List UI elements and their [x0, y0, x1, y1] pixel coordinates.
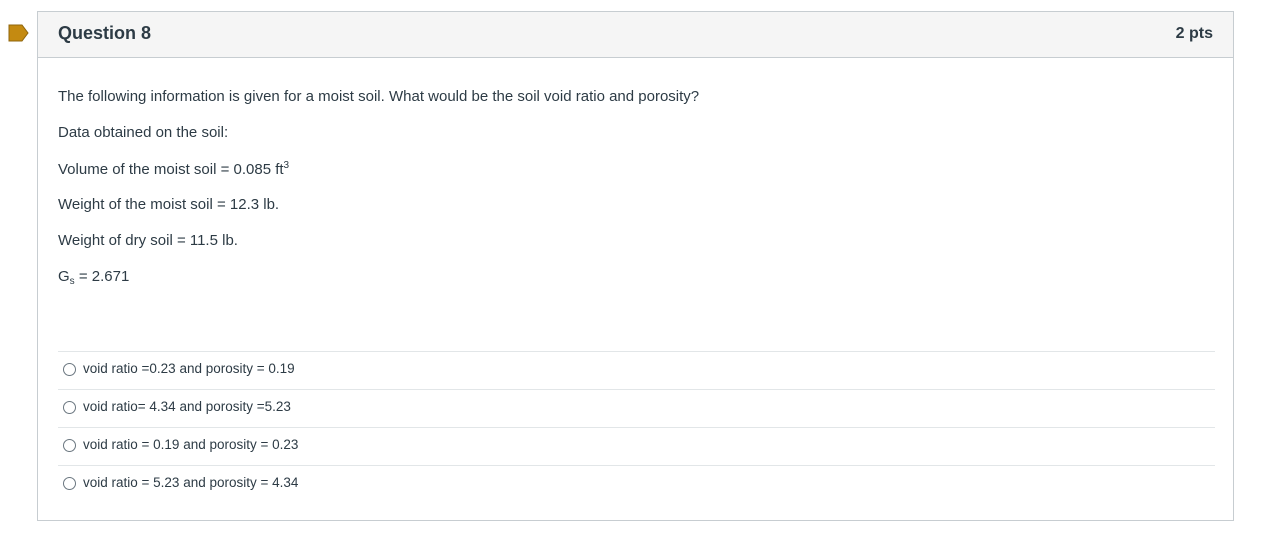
question-card: Question 8 2 pts The following informati…	[37, 11, 1234, 521]
volume-line: Volume of the moist soil = 0.085 ft3	[58, 160, 289, 178]
radio-button[interactable]	[63, 477, 76, 490]
answer-label[interactable]: void ratio= 4.34 and porosity =5.23	[83, 399, 291, 414]
answer-label[interactable]: void ratio = 5.23 and porosity = 4.34	[83, 475, 298, 490]
radio-button[interactable]	[63, 401, 76, 414]
weight-dry-line: Weight of dry soil = 11.5 lb.	[58, 232, 238, 249]
radio-button[interactable]	[63, 363, 76, 376]
answer-option[interactable]: void ratio =0.23 and porosity = 0.19	[58, 351, 1215, 389]
volume-text: Volume of the moist soil = 0.085 ft	[58, 161, 284, 178]
answer-option[interactable]: void ratio= 4.34 and porosity =5.23	[58, 389, 1215, 427]
weight-moist-line: Weight of the moist soil = 12.3 lb.	[58, 196, 280, 213]
question-header: Question 8 2 pts	[38, 12, 1233, 58]
question-points: 2 pts	[1175, 25, 1213, 42]
answer-option[interactable]: void ratio = 0.19 and porosity = 0.23	[58, 427, 1215, 465]
data-heading: Data obtained on the soil:	[58, 124, 229, 141]
answer-label[interactable]: void ratio = 0.19 and porosity = 0.23	[83, 437, 298, 452]
answer-option[interactable]: void ratio = 5.23 and porosity = 4.34	[58, 465, 1215, 503]
question-prompt: The following information is given for a…	[58, 88, 700, 105]
volume-exponent: 3	[283, 160, 290, 171]
answer-label[interactable]: void ratio =0.23 and porosity = 0.19	[83, 361, 295, 376]
answer-list: void ratio =0.23 and porosity = 0.19 voi…	[58, 351, 1215, 503]
flag-icon[interactable]	[8, 24, 29, 42]
gs-value: = 2.671	[74, 268, 130, 285]
gs-symbol: G	[58, 268, 70, 285]
question-title: Question 8	[58, 23, 152, 43]
specific-gravity-line: Gs = 2.671	[58, 268, 129, 287]
radio-button[interactable]	[63, 439, 76, 452]
